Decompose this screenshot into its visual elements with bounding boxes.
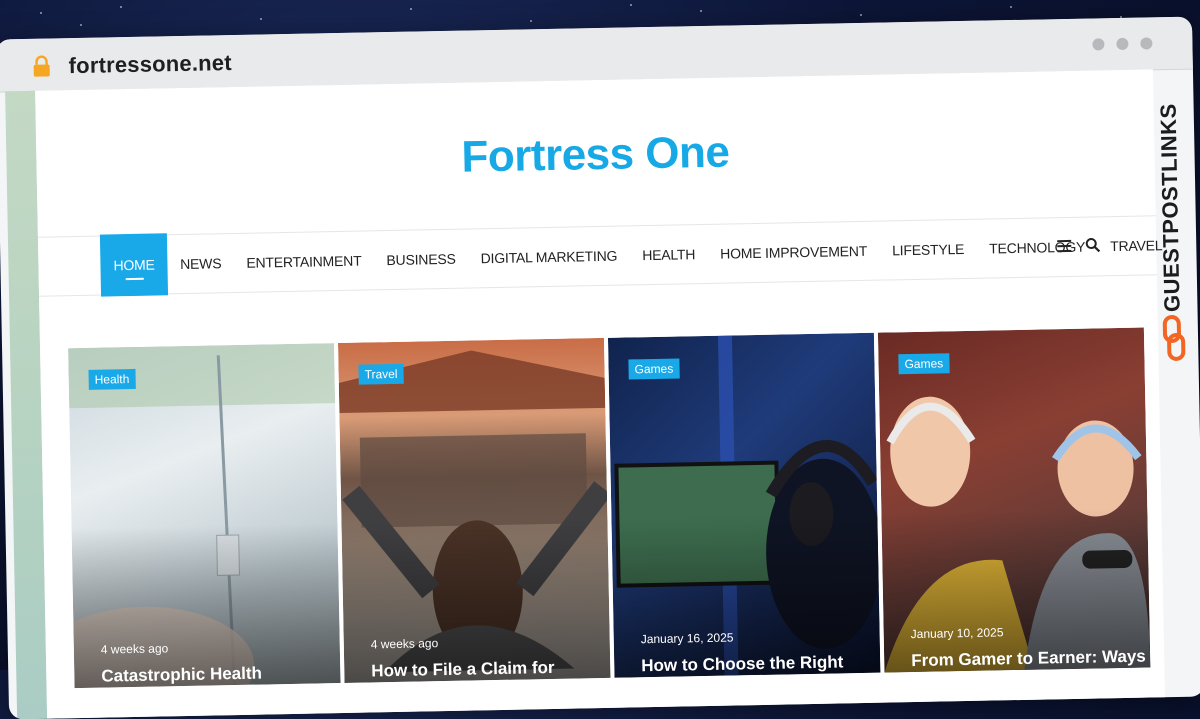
lock-icon <box>33 55 50 77</box>
post-title[interactable]: From Gamer to Earner: Ways to Monetize Y… <box>911 645 1150 673</box>
address-bar-url[interactable]: fortressone.net <box>68 50 232 79</box>
nav-item-home[interactable]: HOME <box>99 233 169 297</box>
site-title[interactable]: Fortress One <box>36 119 1155 190</box>
window-dot[interactable] <box>1140 37 1153 50</box>
nav-menu: HOME NEWS ENTERTAINMENT BUSINESS DIGITAL… <box>99 214 1176 297</box>
nav-item-entertainment[interactable]: ENTERTAINMENT <box>233 229 374 294</box>
window-controls <box>1092 37 1153 51</box>
nav-item-digital-marketing[interactable]: DIGITAL MARKETING <box>468 224 631 289</box>
banner-text: GUESTPOSTLINKS <box>1155 103 1185 313</box>
post-title[interactable]: How to File a Claim for <box>371 656 610 683</box>
post-card[interactable]: Games January 10, 2025 From Gamer to Ear… <box>877 327 1151 673</box>
post-date: 4 weeks ago <box>100 641 169 657</box>
nav-item-health[interactable]: HEALTH <box>629 223 708 286</box>
guestpostlinks-banner: GUESTPOSTLINKS <box>1149 57 1199 388</box>
nav-item-lifestyle[interactable]: LIFESTYLE <box>879 218 977 282</box>
nav-item-business[interactable]: BUSINESS <box>373 228 468 292</box>
featured-posts: Health 4 weeks ago Catastrophic Health I… <box>68 327 1151 689</box>
post-card[interactable]: Travel 4 weeks ago How to File a Claim f… <box>338 337 611 683</box>
category-badge[interactable]: Games <box>898 353 950 375</box>
category-badge[interactable]: Games <box>628 358 680 380</box>
window-dot[interactable] <box>1092 38 1105 51</box>
menu-icon[interactable] <box>1057 239 1072 252</box>
search-icon[interactable] <box>1085 237 1101 253</box>
main-navigation: HOME NEWS ENTERTAINMENT BUSINESS DIGITAL… <box>37 215 1163 297</box>
post-date: January 16, 2025 <box>640 630 734 647</box>
post-date: 4 weeks ago <box>370 636 439 652</box>
post-title[interactable]: How to Choose the Right <box>641 651 880 678</box>
post-card[interactable]: Games January 16, 2025 How to Choose the… <box>607 332 881 678</box>
window-dot[interactable] <box>1116 37 1129 51</box>
category-badge[interactable]: Travel <box>358 363 404 385</box>
post-date: January 10, 2025 <box>910 625 1004 642</box>
category-badge[interactable]: Health <box>88 368 136 390</box>
link-icon <box>1162 315 1186 361</box>
browser-window: fortressone.net Fortress One HOME NEWS E… <box>0 16 1200 719</box>
web-page: Fortress One HOME NEWS ENTERTAINMENT BUS… <box>35 69 1166 719</box>
post-card[interactable]: Health 4 weeks ago Catastrophic Health I… <box>68 343 341 689</box>
nav-item-home-improvement[interactable]: HOME IMPROVEMENT <box>707 220 880 285</box>
nav-item-news[interactable]: NEWS <box>167 232 234 295</box>
post-title[interactable]: Catastrophic Health Insurance <box>101 661 340 689</box>
nav-icons <box>1057 237 1101 253</box>
